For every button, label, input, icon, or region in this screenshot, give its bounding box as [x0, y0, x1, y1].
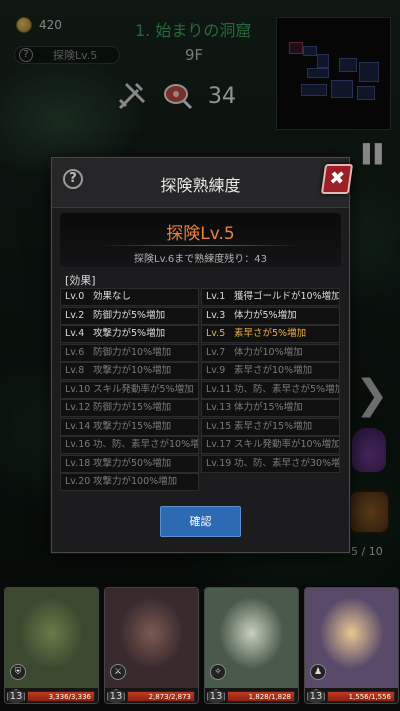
- effect-text: 功、防、素早さが5%増加: [234, 383, 340, 395]
- effect-level: Lv.6: [65, 346, 85, 358]
- current-level-title: 探険Lv.5: [166, 224, 235, 244]
- effect-row: Lv.0 効果なし: [60, 288, 199, 306]
- hero-level: 13: [7, 689, 25, 703]
- effect-text: 体力が10%増加: [234, 346, 303, 358]
- effect-text: 攻撃力が10%増加: [93, 365, 172, 376]
- effect-row: Lv.3 体力が5%増加: [201, 306, 340, 325]
- effect-level: Lv.19: [206, 457, 232, 469]
- hero-status-row: 13 1,828/1,828: [205, 688, 298, 703]
- hero-card[interactable]: ⛨ 13 3,336/3,336: [4, 587, 99, 704]
- effect-text: 防御力が5%増加: [93, 309, 166, 321]
- effect-row: Lv.11 功、防、素早さが5%増加: [201, 380, 340, 399]
- effect-row: Lv.4 攻撃力が5%増加: [60, 325, 199, 343]
- hero-status-row: 13 2,873/2,873: [105, 688, 198, 703]
- effect-text: 功、防、素早さが30%増加: [234, 457, 340, 469]
- effect-text: 素早さが10%増加: [234, 365, 313, 376]
- effect-text: 素早さが5%増加: [234, 328, 307, 339]
- effect-level: Lv.18: [65, 457, 91, 469]
- effect-row: Lv.2 防御力が5%増加: [60, 306, 199, 325]
- effect-text: 攻撃力が15%増加: [93, 420, 172, 432]
- effect-row: Lv.15 素早さが15%増加: [201, 417, 340, 436]
- hero-level: 13: [307, 689, 325, 703]
- effect-level: Lv.7: [206, 346, 226, 358]
- effect-row: Lv.17 スキル発動率が10%増加: [201, 436, 340, 454]
- effect-level: Lv.17: [206, 439, 232, 450]
- hp-bar: 1,828/1,828: [227, 691, 295, 702]
- claw-icon: ✧: [210, 664, 226, 680]
- effect-level: Lv.15: [206, 420, 232, 432]
- effects-label: [効果]: [65, 274, 96, 287]
- hp-text: 3,336/3,336: [48, 693, 91, 701]
- hp-text: 2,873/2,873: [148, 693, 191, 701]
- effect-text: 攻撃力が5%増加: [93, 328, 166, 339]
- effect-level: Lv.1: [206, 291, 226, 302]
- effect-level: Lv.14: [65, 420, 91, 432]
- effect-text: 体力が15%増加: [234, 402, 303, 413]
- effect-level: Lv.9: [206, 365, 226, 376]
- hp-bar: 2,873/2,873: [127, 691, 195, 702]
- effect-row: Lv.12 防御力が15%増加: [60, 399, 199, 417]
- effect-text: スキル発動率が5%増加: [93, 383, 194, 395]
- effect-row: Lv.9 素早さが10%増加: [201, 362, 340, 380]
- effect-level: Lv.8: [65, 365, 85, 376]
- effect-text: スキル発動率が10%増加: [234, 439, 340, 450]
- dialog-header: ? 探険熟練度: [52, 158, 349, 208]
- effect-row: Lv.19 功、防、素早さが30%増加: [201, 454, 340, 473]
- party-bar: ⛨ 13 3,336/3,336 ⚔ 13 2,873/2,873 ✧ 13 1,828/1,8…: [0, 585, 400, 711]
- hero-level: 13: [107, 689, 125, 703]
- staff-icon: ♟: [310, 664, 326, 680]
- effect-row: Lv.6 防御力が10%増加: [60, 343, 199, 362]
- effect-level: Lv.10: [65, 383, 91, 395]
- effect-row: Lv.10 スキル発動率が5%増加: [60, 380, 199, 399]
- effect-level: Lv.20: [65, 476, 91, 487]
- effect-level: Lv.13: [206, 402, 232, 413]
- effect-level: Lv.16: [65, 439, 91, 450]
- effect-row: Lv.7 体力が10%増加: [201, 343, 340, 362]
- effect-level: Lv.0: [65, 291, 85, 302]
- hp-bar: 3,336/3,336: [27, 691, 95, 702]
- effect-row: Lv.14 攻撃力が15%増加: [60, 417, 199, 436]
- effect-level: Lv.3: [206, 309, 226, 321]
- effect-text: 功、防、素早さが10%増加: [93, 439, 199, 450]
- hero-card[interactable]: ♟ 13 1,556/1,556: [304, 587, 399, 704]
- effect-level: Lv.2: [65, 309, 85, 321]
- effect-text: 素早さが15%増加: [234, 420, 313, 432]
- effect-text: 体力が5%増加: [234, 309, 297, 321]
- hero-level: 13: [207, 689, 225, 703]
- effect-row: Lv.1 獲得ゴールドが10%増加: [201, 288, 340, 306]
- effect-row: Lv.5 素早さが5%増加: [201, 325, 340, 343]
- hp-bar: 1,556/1,556: [327, 691, 395, 702]
- effect-level: Lv.5: [206, 328, 226, 339]
- effect-text: 攻撃力が50%増加: [93, 457, 172, 469]
- level-banner: 探険Lv.5 探険Lv.6まで熟練度残り：43: [60, 213, 341, 267]
- hero-card[interactable]: ✧ 13 1,828/1,828: [204, 587, 299, 704]
- effect-row: Lv.8 攻撃力が10%増加: [60, 362, 199, 380]
- hp-text: 1,828/1,828: [248, 693, 291, 701]
- confirm-button[interactable]: 確認: [160, 506, 241, 537]
- dialog-title: 探険熟練度: [160, 176, 241, 195]
- close-button[interactable]: ✖: [320, 164, 354, 194]
- hero-status-row: 13 1,556/1,556: [305, 688, 398, 703]
- effect-row: Lv.13 体力が15%増加: [201, 399, 340, 417]
- hero-card[interactable]: ⚔ 13 2,873/2,873: [104, 587, 199, 704]
- effect-text: 効果なし: [93, 291, 132, 302]
- shield-icon: ⛨: [10, 664, 26, 680]
- effect-text: 獲得ゴールドが10%増加: [234, 291, 340, 302]
- effect-row: Lv.18 攻撃力が50%増加: [60, 454, 199, 473]
- explore-mastery-dialog: ? 探険熟練度 探険Lv.5 探険Lv.6まで熟練度残り：43 [効果] Lv.…: [51, 157, 350, 553]
- effect-level: Lv.11: [206, 383, 232, 395]
- effect-level: Lv.4: [65, 328, 85, 339]
- effect-row: Lv.16 功、防、素早さが10%増加: [60, 436, 199, 454]
- effect-text: 防御力が10%増加: [93, 346, 172, 358]
- effect-text: 攻撃力が100%増加: [93, 476, 178, 487]
- effect-row: Lv.20 攻撃力が100%増加: [60, 473, 199, 491]
- effect-text: 防御力が15%増加: [93, 402, 172, 413]
- sword-icon: ⚔: [110, 664, 126, 680]
- banner-divider: [100, 245, 301, 246]
- effect-level: Lv.12: [65, 402, 91, 413]
- remaining-exp-text: 探険Lv.6まで熟練度残り：43: [134, 254, 267, 265]
- hp-text: 1,556/1,556: [348, 693, 391, 701]
- hero-status-row: 13 3,336/3,336: [5, 688, 98, 703]
